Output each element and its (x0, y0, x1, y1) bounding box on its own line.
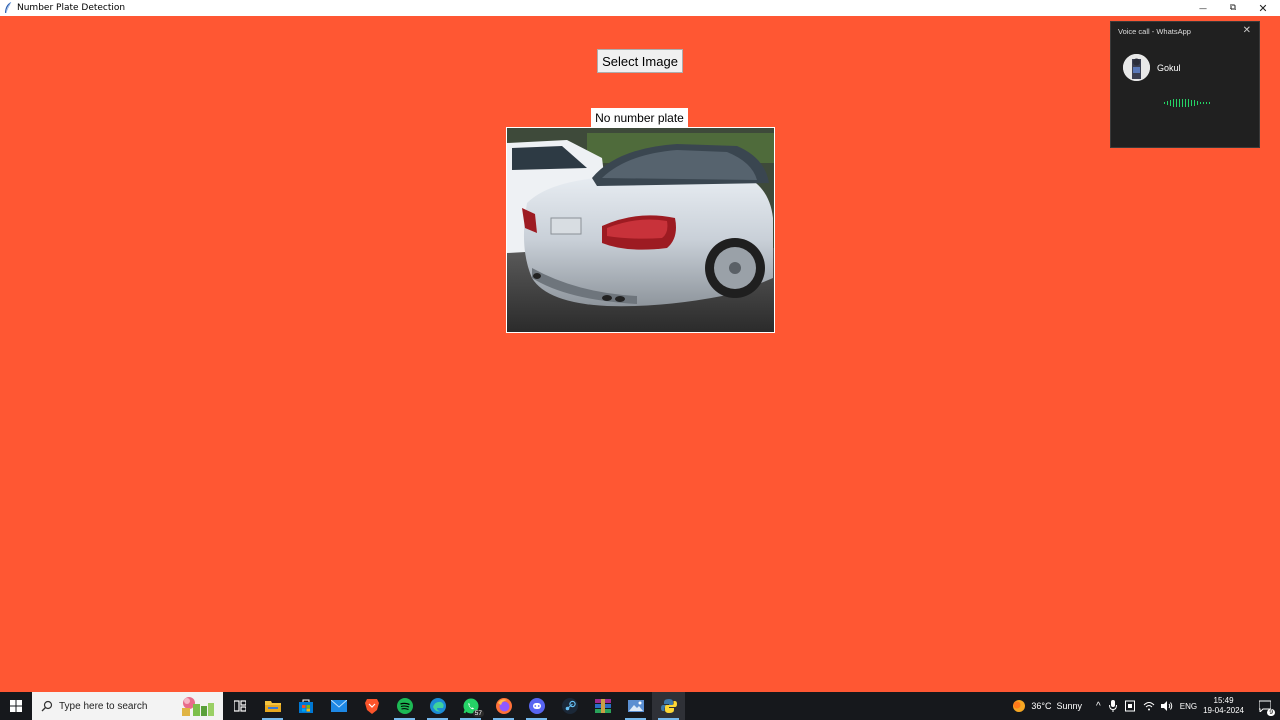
notification-title: Voice call - WhatsApp (1118, 27, 1191, 36)
minimize-button[interactable]: — (1188, 0, 1218, 16)
select-image-button[interactable]: Select Image (597, 49, 683, 73)
window-title: Number Plate Detection (17, 3, 126, 13)
notification-count: 9 (1267, 709, 1275, 716)
app-canvas: Select Image No number plate (0, 16, 1280, 692)
taskbar-search[interactable]: Type here to search (32, 692, 223, 720)
task-view-icon[interactable] (223, 692, 256, 720)
start-button[interactable] (0, 692, 32, 720)
car-image (506, 127, 775, 333)
result-label: No number plate (591, 108, 688, 127)
mail-icon[interactable] (322, 692, 355, 720)
avatar (1123, 54, 1150, 81)
weather-temp[interactable]: 36°C (1031, 701, 1051, 711)
close-icon[interactable]: ✕ (1243, 25, 1251, 36)
action-center-button[interactable]: 9 (1254, 692, 1276, 720)
caller-name: Gokul (1157, 63, 1181, 73)
clock[interactable]: 15:49 19-04-2024 (1203, 696, 1244, 716)
windows-icon (10, 700, 22, 712)
weather-sun-icon[interactable] (1012, 699, 1026, 713)
whatsapp-badge: 57 (472, 710, 484, 717)
discord-icon[interactable] (520, 692, 553, 720)
steam-icon[interactable] (553, 692, 586, 720)
search-icon (41, 700, 53, 712)
taskbar: Type here to search 57 36°C Sunny ^ ENG … (0, 692, 1280, 720)
close-button[interactable]: ✕ (1248, 0, 1278, 16)
brave-icon[interactable] (355, 692, 388, 720)
restore-button[interactable]: ⧉ (1218, 0, 1248, 16)
system-tray: 36°C Sunny ^ ENG 15:49 19-04-2024 9 (1012, 692, 1280, 720)
clock-date: 19-04-2024 (1203, 706, 1244, 715)
language-indicator[interactable]: ENG (1180, 702, 1197, 711)
title-bar: Number Plate Detection (0, 0, 1280, 16)
python-icon[interactable] (652, 692, 685, 720)
wifi-icon[interactable] (1143, 700, 1155, 712)
meet-now-icon[interactable] (1124, 700, 1135, 712)
search-placeholder: Type here to search (59, 700, 148, 712)
microsoft-store-icon[interactable] (289, 692, 322, 720)
search-highlight-icon (182, 697, 214, 716)
clock-time: 15:49 (1213, 696, 1234, 705)
firefox-icon[interactable] (487, 692, 520, 720)
whatsapp-call-notification[interactable]: Voice call - WhatsApp ✕ Gokul (1110, 21, 1260, 148)
edge-icon[interactable] (421, 692, 454, 720)
file-explorer-icon[interactable] (256, 692, 289, 720)
photo-app-icon[interactable] (619, 692, 652, 720)
chevron-up-icon[interactable]: ^ (1096, 701, 1101, 712)
car-photo-icon (507, 128, 774, 332)
speaker-icon[interactable] (1160, 700, 1173, 712)
whatsapp-icon[interactable]: 57 (454, 692, 487, 720)
spotify-icon[interactable] (388, 692, 421, 720)
weather-condition[interactable]: Sunny (1057, 701, 1083, 711)
winrar-icon[interactable] (586, 692, 619, 720)
microphone-icon[interactable] (1108, 700, 1117, 712)
feather-app-icon (5, 2, 12, 14)
audio-wave-icon (1164, 99, 1210, 107)
